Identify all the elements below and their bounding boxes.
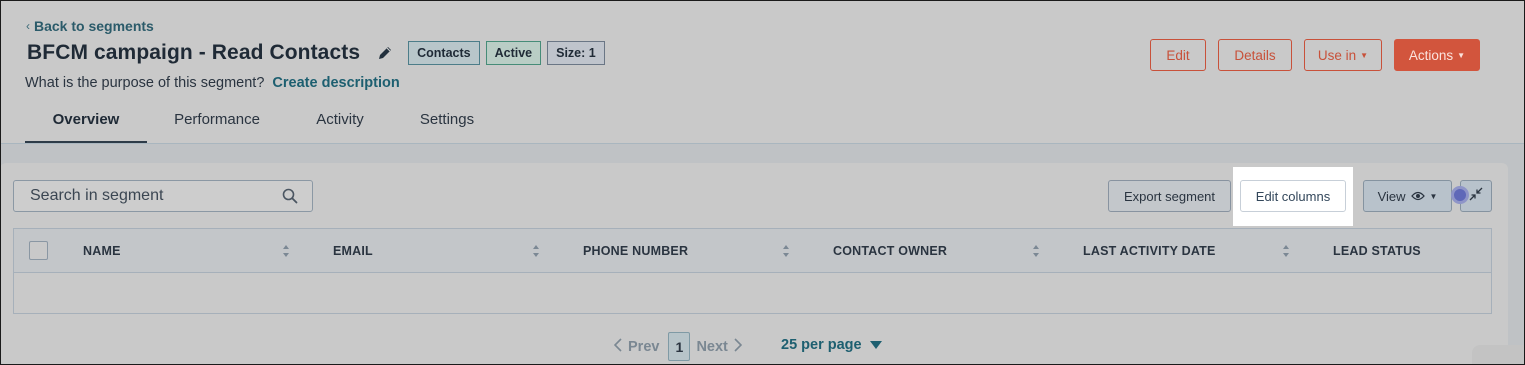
prev-label: Prev	[628, 338, 660, 355]
tab-label: Settings	[419, 111, 475, 128]
purpose-text: What is the purpose of this segment?	[25, 75, 265, 91]
tab-label: Overview	[52, 111, 120, 128]
back-link-label: Back to segments	[34, 18, 154, 34]
contacts-table: NAME EMAIL PHONE NUMBER CONTACT OWNER LA…	[13, 228, 1492, 314]
column-header-last-activity[interactable]: LAST ACTIVITY DATE	[1083, 244, 1216, 258]
export-label: Export segment	[1123, 188, 1216, 204]
export-segment-button[interactable]: Export segment	[1108, 180, 1231, 212]
actions-label: Actions	[1408, 47, 1454, 63]
purpose-line: What is the purpose of this segment? Cre…	[25, 75, 400, 91]
table-body	[14, 273, 1491, 313]
next-page-button[interactable]: Next	[696, 337, 743, 356]
column-header-lead-status[interactable]: LEAD STATUS	[1333, 244, 1421, 258]
pagination: Prev 1 Next	[613, 332, 743, 361]
table-header: NAME EMAIL PHONE NUMBER CONTACT OWNER LA…	[14, 229, 1491, 273]
status-badge: Active	[485, 41, 542, 65]
per-page-dropdown[interactable]: 25 per page	[781, 337, 882, 353]
column-header-email[interactable]: EMAIL	[333, 244, 373, 258]
sort-icon[interactable]	[532, 243, 540, 259]
actions-dropdown[interactable]: Actions ▼	[1394, 39, 1480, 71]
search-icon	[282, 188, 298, 209]
back-to-segments-link[interactable]: ‹ Back to segments	[26, 18, 154, 34]
caret-down-icon	[869, 337, 882, 353]
per-page-label: 25 per page	[781, 337, 862, 353]
tab-settings[interactable]: Settings	[393, 105, 501, 145]
hotspot-beacon-icon[interactable]	[1451, 186, 1469, 204]
size-badge: Size: 1	[547, 41, 605, 65]
collapse-arrows-icon	[1469, 187, 1483, 206]
chevron-left-icon: ‹	[26, 19, 30, 33]
create-description-link[interactable]: Create description	[272, 75, 399, 91]
details-button[interactable]: Details	[1218, 39, 1292, 71]
use-in-dropdown[interactable]: Use in ▼	[1304, 39, 1382, 71]
edit-button-label: Edit	[1166, 47, 1190, 63]
search-input[interactable]: Search in segment	[13, 180, 313, 212]
sort-icon[interactable]	[1032, 243, 1040, 259]
tab-bar: Overview Performance Activity Settings	[25, 105, 501, 145]
page-number-button[interactable]: 1	[668, 332, 691, 361]
prev-page-button[interactable]: Prev	[613, 337, 660, 356]
segment-header: ‹ Back to segments BFCM campaign - Read …	[0, 0, 1525, 145]
pencil-icon[interactable]	[376, 44, 394, 62]
edit-columns-label: Edit columns	[1255, 188, 1331, 204]
details-button-label: Details	[1234, 47, 1276, 63]
column-header-name[interactable]: NAME	[83, 244, 121, 258]
next-label: Next	[696, 338, 728, 355]
sort-icon[interactable]	[282, 243, 290, 259]
sort-icon[interactable]	[1282, 243, 1290, 259]
column-header-contact-owner[interactable]: CONTACT OWNER	[833, 244, 947, 258]
caret-down-icon: ▼	[1360, 50, 1369, 60]
view-label: View	[1377, 188, 1406, 204]
use-in-label: Use in	[1317, 47, 1357, 63]
chevron-left-icon	[613, 337, 622, 356]
view-dropdown[interactable]: View ▼	[1363, 180, 1452, 212]
tab-label: Performance	[174, 111, 260, 128]
tab-activity[interactable]: Activity	[287, 105, 393, 145]
select-all-checkbox[interactable]	[29, 241, 48, 260]
corner-widget	[1472, 345, 1525, 365]
title-row: BFCM campaign - Read Contacts Contacts A…	[27, 41, 605, 65]
search-placeholder: Search in segment	[30, 187, 164, 204]
sort-icon[interactable]	[782, 243, 790, 259]
caret-down-icon: ▼	[1457, 50, 1466, 60]
caret-down-icon: ▼	[1429, 191, 1438, 201]
chevron-right-icon	[734, 337, 743, 356]
column-header-phone[interactable]: PHONE NUMBER	[583, 244, 688, 258]
edit-button[interactable]: Edit	[1150, 39, 1206, 71]
tab-performance[interactable]: Performance	[147, 105, 287, 145]
tab-overview[interactable]: Overview	[25, 105, 147, 145]
type-tag: Contacts	[408, 41, 480, 65]
eye-icon	[1410, 189, 1425, 204]
edit-columns-button[interactable]: Edit columns	[1240, 180, 1346, 212]
tab-label: Activity	[316, 111, 364, 128]
page-title: BFCM campaign - Read Contacts	[27, 41, 361, 64]
